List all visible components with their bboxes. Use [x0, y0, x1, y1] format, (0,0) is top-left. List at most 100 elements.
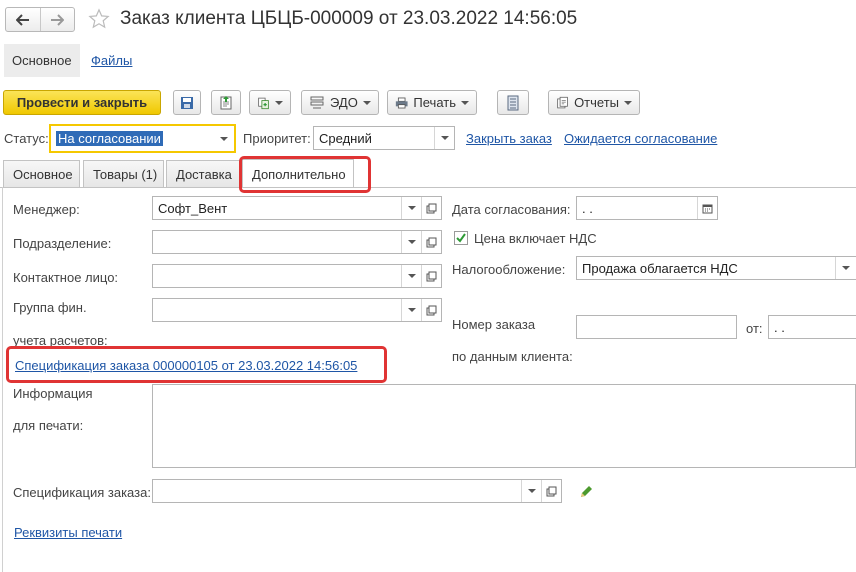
post-button[interactable]: [211, 90, 241, 115]
chevron-down-icon: [407, 206, 416, 210]
priority-dropdown-button[interactable]: [434, 127, 454, 149]
create-based-icon: [258, 97, 269, 109]
contact-field[interactable]: [152, 264, 442, 288]
status-value: На согласовании: [56, 131, 163, 146]
pencil-icon[interactable]: [579, 484, 594, 499]
client-order-number-field[interactable]: [576, 315, 737, 339]
printer-icon: [395, 97, 408, 108]
reports-icon: [557, 96, 568, 108]
spec-field[interactable]: [152, 479, 562, 503]
tab-highlight-frame: [239, 156, 371, 193]
favorite-star-icon[interactable]: [88, 8, 110, 30]
from-label: от:: [746, 321, 763, 336]
print-info-textarea[interactable]: [152, 384, 856, 468]
tab-delivery[interactable]: Доставка: [166, 160, 240, 187]
save-button[interactable]: [173, 90, 201, 115]
reports-label: Отчеты: [574, 95, 619, 110]
vat-included-checkbox[interactable]: [454, 231, 468, 245]
approval-date-field[interactable]: . .: [576, 196, 718, 220]
create-based-on-button[interactable]: [249, 90, 291, 115]
order-number-label-1: Номер заказа: [452, 317, 536, 332]
arrow-left-icon: [15, 13, 29, 26]
spec-dropdown-button[interactable]: [521, 480, 541, 502]
contact-open-button[interactable]: [421, 265, 441, 287]
post-and-close-button[interactable]: Провести и закрыть: [3, 90, 161, 115]
taxation-label: Налогообложение:: [452, 262, 566, 277]
contact-dropdown-button[interactable]: [401, 265, 421, 287]
chevron-down-icon: [527, 489, 536, 493]
fin-group-open-button[interactable]: [421, 299, 441, 321]
open-icon: [546, 486, 557, 496]
manager-dropdown-button[interactable]: [401, 197, 421, 219]
fin-group-field[interactable]: [152, 298, 442, 322]
division-label: Подразделение:: [13, 236, 112, 251]
tab-divider: [0, 187, 856, 188]
info-label-1: Информация: [13, 386, 93, 401]
subtab-files[interactable]: Файлы: [83, 44, 140, 77]
edo-icon: [310, 96, 324, 108]
status-dropdown-button[interactable]: [214, 126, 234, 151]
awaiting-approval-link[interactable]: Ожидается согласование: [564, 131, 717, 146]
print-details-link[interactable]: Реквизиты печати: [14, 525, 122, 540]
print-label: Печать: [413, 95, 456, 110]
manager-label: Менеджер:: [13, 202, 80, 217]
chevron-down-icon: [220, 136, 228, 141]
chevron-down-icon: [440, 136, 449, 140]
open-icon: [426, 271, 437, 281]
edo-label: ЭДО: [330, 95, 358, 110]
priority-select[interactable]: Средний: [313, 126, 455, 150]
status-select[interactable]: На согласовании: [49, 124, 236, 153]
division-open-button[interactable]: [421, 231, 441, 253]
post-document-icon: [220, 95, 232, 109]
structure-button[interactable]: [497, 90, 529, 115]
forward-button[interactable]: [39, 8, 75, 31]
chevron-down-icon: [275, 100, 283, 105]
approval-date-label: Дата согласования:: [452, 202, 571, 217]
arrow-right-icon: [51, 13, 65, 26]
taxation-value: Продажа облагается НДС: [582, 260, 738, 276]
print-button[interactable]: Печать: [387, 90, 477, 115]
reports-button[interactable]: Отчеты: [548, 90, 640, 115]
client-order-date-field[interactable]: . .: [768, 315, 856, 339]
calendar-button[interactable]: [697, 197, 717, 219]
nav-buttons: [5, 7, 75, 32]
spec-open-button[interactable]: [541, 480, 561, 502]
chevron-down-icon: [841, 266, 850, 270]
subtab-main[interactable]: Основное: [4, 44, 80, 77]
spec-label: Спецификация заказа:: [13, 485, 151, 500]
chevron-down-icon: [624, 100, 632, 105]
back-button[interactable]: [6, 8, 40, 31]
chevron-down-icon: [407, 274, 416, 278]
save-icon: [181, 96, 193, 109]
manager-field[interactable]: Софт_Вент: [152, 196, 442, 220]
order-number-label-2: по данным клиента:: [452, 349, 573, 364]
fin-group-dropdown-button[interactable]: [401, 299, 421, 321]
taxation-dropdown-button[interactable]: [835, 257, 855, 279]
document-list-icon: [507, 95, 519, 110]
open-icon: [426, 203, 437, 213]
spec-highlight-frame: [6, 346, 387, 383]
contact-label: Контактное лицо:: [13, 270, 119, 285]
priority-label: Приоритет:: [243, 131, 311, 146]
division-field[interactable]: [152, 230, 442, 254]
approval-date-value: . .: [582, 200, 593, 216]
open-icon: [426, 237, 437, 247]
close-order-link[interactable]: Закрыть заказ: [466, 131, 552, 146]
chevron-down-icon: [407, 308, 416, 312]
panel-border: [2, 187, 3, 572]
division-dropdown-button[interactable]: [401, 231, 421, 253]
chevron-down-icon: [407, 240, 416, 244]
info-label-2: для печати:: [13, 418, 84, 433]
chevron-down-icon: [362, 100, 371, 105]
tab-main[interactable]: Основное: [3, 160, 80, 187]
title-bar: Заказ клиента ЦБЦБ-000009 от 23.03.2022 …: [0, 0, 856, 42]
fin-group-label-1: Группа фин.: [13, 300, 87, 315]
priority-value: Средний: [319, 130, 372, 146]
tab-goods[interactable]: Товары (1): [83, 160, 164, 187]
manager-open-button[interactable]: [421, 197, 441, 219]
edo-button[interactable]: ЭДО: [301, 90, 379, 115]
taxation-select[interactable]: Продажа облагается НДС: [576, 256, 856, 280]
status-label: Статус:: [4, 131, 49, 146]
manager-value: Софт_Вент: [158, 200, 228, 216]
checkmark-icon: [456, 233, 466, 243]
